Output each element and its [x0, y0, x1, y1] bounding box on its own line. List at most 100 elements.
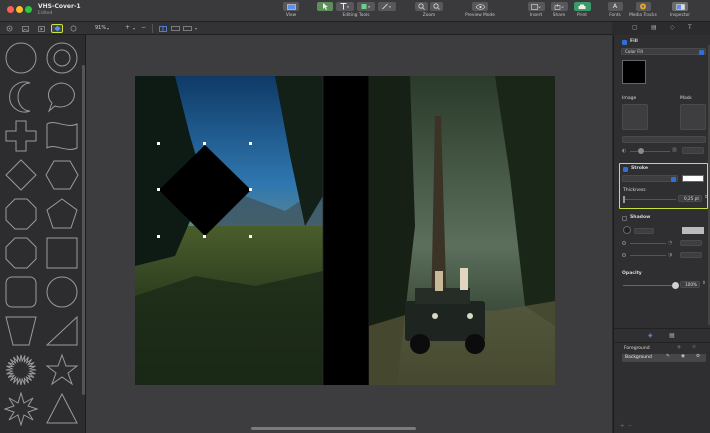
- shapes-scrollbar[interactable]: [82, 65, 85, 395]
- thickness-slider-knob[interactable]: [623, 196, 625, 203]
- crescent-shape[interactable]: [4, 80, 38, 114]
- square-shape[interactable]: [45, 236, 79, 270]
- foreground-visibility-icon[interactable]: ◉: [677, 345, 681, 350]
- shadow-blur-field[interactable]: [680, 240, 702, 246]
- opacity-stepper[interactable]: ⇕: [702, 281, 706, 286]
- star-shape[interactable]: [45, 353, 79, 387]
- view-button[interactable]: View: [281, 2, 301, 20]
- share-button[interactable]: Share: [550, 2, 568, 20]
- rounded-square-shape[interactable]: [4, 275, 38, 309]
- shadow-angle-field[interactable]: [634, 228, 654, 234]
- zoom-level-dropdown[interactable]: 91%: [95, 25, 106, 31]
- trapezoid-shape[interactable]: [4, 314, 38, 348]
- eye-icon[interactable]: ◉: [681, 354, 685, 359]
- text-tab-icon[interactable]: T: [688, 24, 692, 31]
- layout-split-icon[interactable]: [181, 24, 193, 33]
- document-tab-icon[interactable]: ▢: [632, 24, 638, 31]
- layer-foreground[interactable]: Foreground: [624, 346, 650, 351]
- layer-background-row[interactable]: Background ✎ ◉ ⚙: [622, 354, 706, 362]
- arrange-tab-icon[interactable]: ▤: [651, 24, 657, 31]
- shadow-angle-dial[interactable]: [623, 226, 631, 234]
- pentagon-shape[interactable]: [45, 197, 79, 231]
- speech-bubble-shape[interactable]: [45, 80, 79, 114]
- shape-tool-icon[interactable]: [356, 2, 375, 11]
- minimize-window-button[interactable]: [16, 6, 23, 13]
- fonts-button[interactable]: A Fonts: [606, 2, 624, 20]
- layout-wide-icon[interactable]: [169, 24, 181, 33]
- style-tab-icon[interactable]: ◇: [670, 24, 675, 31]
- thickness-slider-track[interactable]: [624, 199, 676, 200]
- pencil-icon[interactable]: ✎: [666, 354, 670, 359]
- triangle-shape[interactable]: [45, 392, 79, 426]
- right-triangle-shape[interactable]: [45, 314, 79, 348]
- insert-button[interactable]: Insert: [527, 2, 545, 20]
- vhs-cover-artwork: [135, 76, 555, 385]
- ring-shape[interactable]: [45, 41, 79, 75]
- hexagon-shape[interactable]: [45, 158, 79, 192]
- pointer-tool-icon[interactable]: [316, 2, 333, 11]
- flag-shape[interactable]: [45, 119, 79, 153]
- zoom-window-button[interactable]: [25, 6, 32, 13]
- image-well[interactable]: [622, 104, 648, 130]
- foreground-settings-icon[interactable]: ⚙: [692, 345, 696, 350]
- stroke-color-swatch[interactable]: [682, 175, 704, 182]
- shadow-opacity-field[interactable]: [680, 252, 702, 258]
- shadow-blur-slider[interactable]: [630, 243, 666, 244]
- shadow-opacity-slider[interactable]: [630, 255, 666, 256]
- layer-background: Background: [625, 355, 652, 360]
- shadow-color-swatch[interactable]: [682, 227, 704, 234]
- image-slider-track[interactable]: [630, 151, 670, 152]
- circle-outline-shape[interactable]: [45, 275, 79, 309]
- opacity-slider-knob[interactable]: [671, 282, 679, 289]
- opacity-field[interactable]: 100%: [680, 281, 700, 288]
- inspector-button[interactable]: Inspector: [668, 2, 692, 20]
- grid-view-icon[interactable]: ▦: [669, 332, 675, 339]
- preview-mode-button[interactable]: Preview Mode: [464, 2, 496, 20]
- layers-stack-icon[interactable]: ◈: [648, 332, 653, 339]
- text-tool-icon[interactable]: [335, 2, 354, 11]
- fill-type-value: Color Fill: [625, 49, 643, 54]
- canvas-horizontal-scrollbar[interactable]: [251, 427, 416, 430]
- eight-point-star-shape[interactable]: [4, 392, 38, 426]
- line-tool-icon[interactable]: [377, 2, 396, 11]
- diamond-shape[interactable]: [4, 158, 38, 192]
- fonts-icon: A: [607, 2, 623, 11]
- gear-icon[interactable]: ⚙: [696, 354, 700, 359]
- fill-type-select[interactable]: Color Fill: [621, 48, 706, 55]
- image-library-icon[interactable]: [19, 24, 31, 33]
- shadow-checkbox[interactable]: [622, 216, 627, 221]
- cross-shape[interactable]: [4, 119, 38, 153]
- image-options-select[interactable]: [622, 136, 706, 143]
- print-button[interactable]: Print: [573, 2, 591, 20]
- media-library-icon[interactable]: [35, 24, 47, 33]
- zoom-minus-button[interactable]: −: [141, 24, 146, 31]
- add-layer-button[interactable]: +: [620, 423, 624, 429]
- zoom-in-icon[interactable]: [430, 2, 443, 11]
- fill-color-swatch[interactable]: [622, 60, 646, 84]
- image-value-field[interactable]: [682, 147, 704, 154]
- starburst-shape[interactable]: [4, 353, 38, 387]
- shadow-blur-icon: [622, 241, 626, 245]
- zoom-plus-button[interactable]: +: [125, 24, 130, 31]
- chevron-down-icon: [699, 49, 704, 55]
- opacity-slider-track[interactable]: [623, 285, 675, 286]
- shapes-library-icon[interactable]: [51, 24, 63, 33]
- circle-shape[interactable]: [4, 41, 38, 75]
- settings-icon[interactable]: [3, 24, 15, 33]
- octagon-shape[interactable]: [4, 197, 38, 231]
- divider: [614, 328, 710, 329]
- image-slider-knob[interactable]: [638, 148, 644, 154]
- layout-single-icon[interactable]: [157, 24, 169, 33]
- close-window-button[interactable]: [7, 6, 14, 13]
- thickness-field[interactable]: 0,25 pt: [678, 195, 702, 202]
- media-tracks-label: Media Tracks: [629, 13, 657, 18]
- media-tracks-button[interactable]: Media Tracks: [629, 2, 657, 20]
- stroke-style-select[interactable]: [622, 175, 678, 182]
- stroke-checkbox[interactable]: [623, 167, 628, 172]
- mask-well[interactable]: [680, 104, 706, 130]
- zoom-out-icon[interactable]: [415, 2, 428, 11]
- remove-layer-button[interactable]: −: [628, 423, 632, 429]
- rounded-octagon-shape[interactable]: [4, 236, 38, 270]
- fill-checkbox[interactable]: [622, 40, 627, 45]
- symbols-library-icon[interactable]: [67, 24, 79, 33]
